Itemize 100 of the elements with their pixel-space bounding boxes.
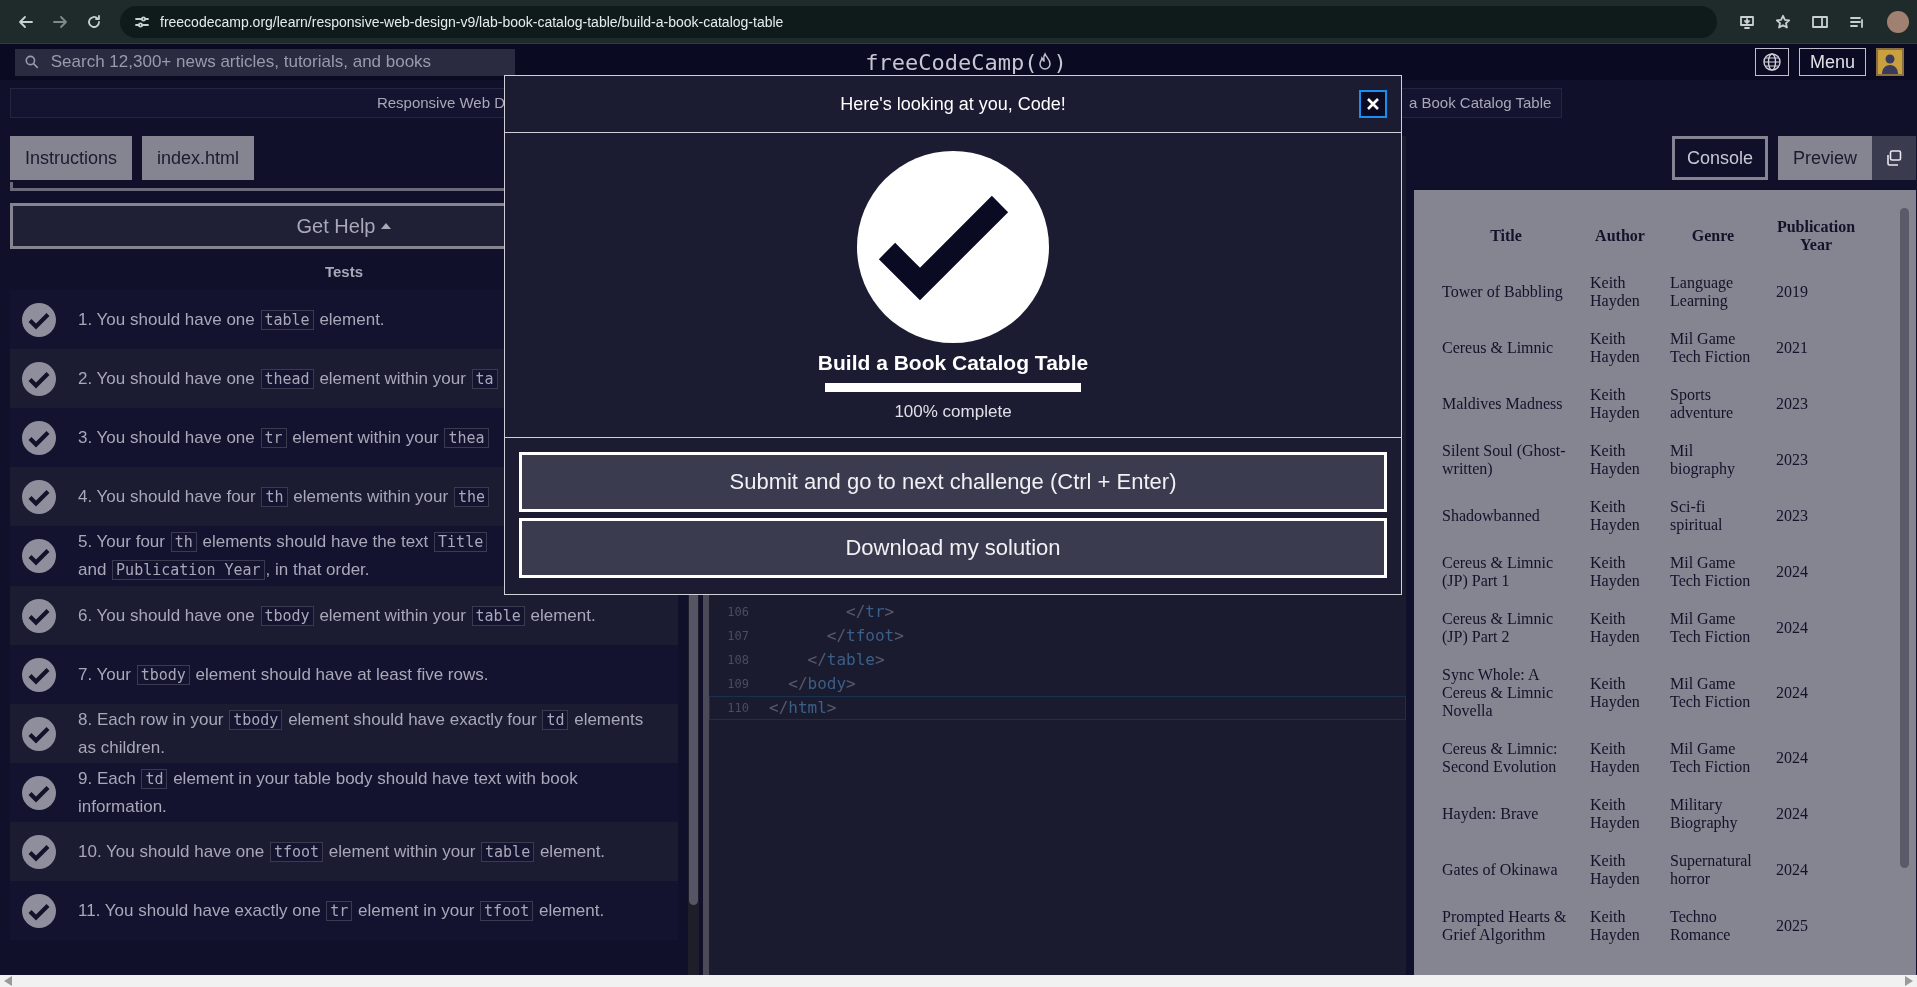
table-cell-text: Prompted Hearts & Grief Algorithm (1441, 907, 1568, 946)
test-text: 9. Each td element in your table body should have text with book information. (78, 768, 579, 818)
dialog-button[interactable]: Download my solution (519, 518, 1387, 578)
tab[interactable]: Console (1671, 136, 1768, 180)
close-button[interactable] (1359, 90, 1387, 118)
table-cell-text: Cereus & Limnic: Second Evolution (1441, 739, 1559, 777)
table-cell-text: Maldives Madness (1441, 394, 1564, 414)
close-icon (1366, 97, 1380, 111)
star-icon (1775, 13, 1791, 30)
address-bar[interactable]: freecodecamp.org/learn/responsive-web-design-v9/lab-book-catalog-table/build-a-book-catalog-table (120, 5, 1717, 38)
logo-text: ) (1053, 49, 1067, 75)
test-text: 10. You should have one tfoot element within your table element. (78, 840, 607, 864)
table-cell-text: Techno Romance (1669, 907, 1732, 945)
table-cell-text: Keith Hayden (1589, 674, 1641, 713)
table-cell-text: Keith Hayden (1589, 907, 1641, 946)
scroll-right-icon (1905, 976, 1913, 986)
tab[interactable]: Instructions (10, 136, 133, 180)
table-cell-text: 2019 (1775, 282, 1809, 302)
table-cell-text: Tower of Babbling (1441, 282, 1564, 303)
table-header-cell-text: Author (1594, 226, 1646, 246)
table-cell-text: Cereus & Limnic (1441, 338, 1555, 358)
windows-icon (1886, 150, 1902, 166)
table-cell-text: Keith Hayden (1589, 273, 1641, 312)
table-cell-text: Mil Game Tech Fiction (1669, 674, 1752, 712)
table-cell-text: Keith Hayden (1589, 739, 1641, 778)
reload-icon (86, 13, 102, 30)
table-cell-text: Mil Game Tech Fiction (1669, 739, 1752, 777)
progress-text: 100% complete (894, 402, 1012, 422)
test-text: 11. You should have exactly one tr element in your tfoot element. (78, 899, 606, 923)
table-cell-text: 2024 (1775, 748, 1809, 768)
code-line: </tr> (845, 601, 896, 623)
globe-icon (1761, 52, 1782, 72)
dialog-button[interactable]: Submit and go to next challenge (Ctrl + Enter) (519, 452, 1387, 512)
table-cell-text: 2024 (1775, 860, 1809, 880)
table-header-cell-text: Genre (1690, 226, 1736, 246)
table-cell-text: Keith Hayden (1589, 609, 1641, 648)
table-cell-text: 2023 (1775, 506, 1809, 526)
check-circle-icon (857, 151, 1049, 343)
dialog-title: Here's looking at you, Code! (840, 93, 1066, 115)
test-text: 1. You should have one table element. (78, 308, 386, 332)
table-cell-text: Supernatural horror (1669, 851, 1753, 889)
code-line: </html> (769, 697, 838, 719)
table-cell-text: 2024 (1775, 683, 1809, 703)
test-text: 8. Each row in your tbody element should have exactly four td elements as children. (78, 709, 645, 759)
code-line: </table> (806, 649, 886, 671)
back-arrow-icon (18, 13, 34, 30)
table-cell-text: Mil biography (1669, 441, 1736, 480)
table-cell-text: 2023 (1775, 450, 1809, 470)
code-line: </tfoot> (825, 625, 905, 647)
table-cell-text: 2023 (1775, 394, 1809, 414)
table-cell-text: 2024 (1775, 618, 1809, 638)
table-cell-text: Keith Hayden (1589, 385, 1641, 424)
breadcrumb-link[interactable]: Responsive Web D (376, 94, 505, 111)
table-cell-text: Hayden: Brave (1441, 804, 1540, 825)
profile-avatar[interactable] (1887, 10, 1909, 33)
table-cell-text: Silent Soul (Ghost-written) (1441, 441, 1567, 479)
table-cell-text: Cereus & Limnic (JP) Part 1 (1441, 553, 1555, 592)
table-header-cell-text: Title (1489, 226, 1523, 246)
caret-up-icon (381, 223, 392, 229)
url-text: freecodecamp.org/learn/responsive-web-design-v9/lab-book-catalog-table/build-a-book-catalog-table (160, 13, 784, 30)
test-text: 6. You should have one tbody element within your table element. (78, 604, 597, 628)
table-cell-text: 2024 (1775, 804, 1809, 824)
table-cell-text: Keith Hayden (1589, 553, 1641, 592)
code-line: </body> (787, 673, 857, 695)
horizontal-scrollbar[interactable] (0, 975, 1917, 987)
search-field[interactable]: Search 12,300+ news articles, tutorials, and books (15, 48, 515, 76)
tab[interactable]: index.html (142, 136, 255, 180)
table-cell-text: 2025 (1775, 916, 1809, 936)
popout-button[interactable] (1872, 136, 1916, 180)
challenge-title: Build a Book Catalog Table (817, 351, 1089, 375)
table-cell-text: Shadowbanned (1441, 506, 1541, 526)
table-cell-text: Mil Game Tech Fiction (1669, 609, 1752, 647)
scroll-left-icon (4, 976, 12, 986)
table-cell-text: Keith Hayden (1589, 497, 1641, 536)
tab[interactable]: Preview (1777, 136, 1872, 180)
side-panel-icon (1811, 13, 1829, 30)
language-button[interactable] (1754, 48, 1789, 76)
user-avatar[interactable] (1876, 48, 1904, 76)
tests-heading: Tests (323, 263, 365, 280)
table-cell-text: Military Biography (1669, 795, 1739, 834)
test-text: 7. Your tbody element should have at least five rows. (78, 663, 490, 687)
table-cell-text: Gates of Okinawa (1441, 860, 1559, 880)
table-cell-text: 2021 (1775, 338, 1809, 358)
breadcrumb-current: a Book Catalog Table (1409, 94, 1552, 111)
table-cell-text: Sync Whole: A Cereus & Limnic Novella (1441, 665, 1555, 721)
table-cell-text: Sci-fi spiritual (1669, 497, 1724, 536)
flame-icon (1038, 52, 1053, 72)
person-silhouette-icon (1881, 52, 1899, 74)
logo-text: freeCodeCamp( (865, 49, 1038, 75)
table-cell-text: Cereus & Limnic (JP) Part 2 (1441, 609, 1555, 648)
forward-arrow-icon (52, 13, 68, 30)
table-cell-text: Keith Hayden (1589, 795, 1641, 834)
table-cell-text: Keith Hayden (1589, 329, 1641, 368)
monitor-download-icon (1739, 13, 1755, 30)
search-icon (25, 55, 39, 69)
table-cell-text: Sports adventure (1669, 385, 1735, 423)
table-cell-text: Language Learning (1669, 273, 1735, 312)
table-cell-text: Keith Hayden (1589, 851, 1641, 890)
menu-button[interactable]: Menu (1798, 48, 1866, 76)
table-cell-text: 2024 (1775, 562, 1809, 582)
